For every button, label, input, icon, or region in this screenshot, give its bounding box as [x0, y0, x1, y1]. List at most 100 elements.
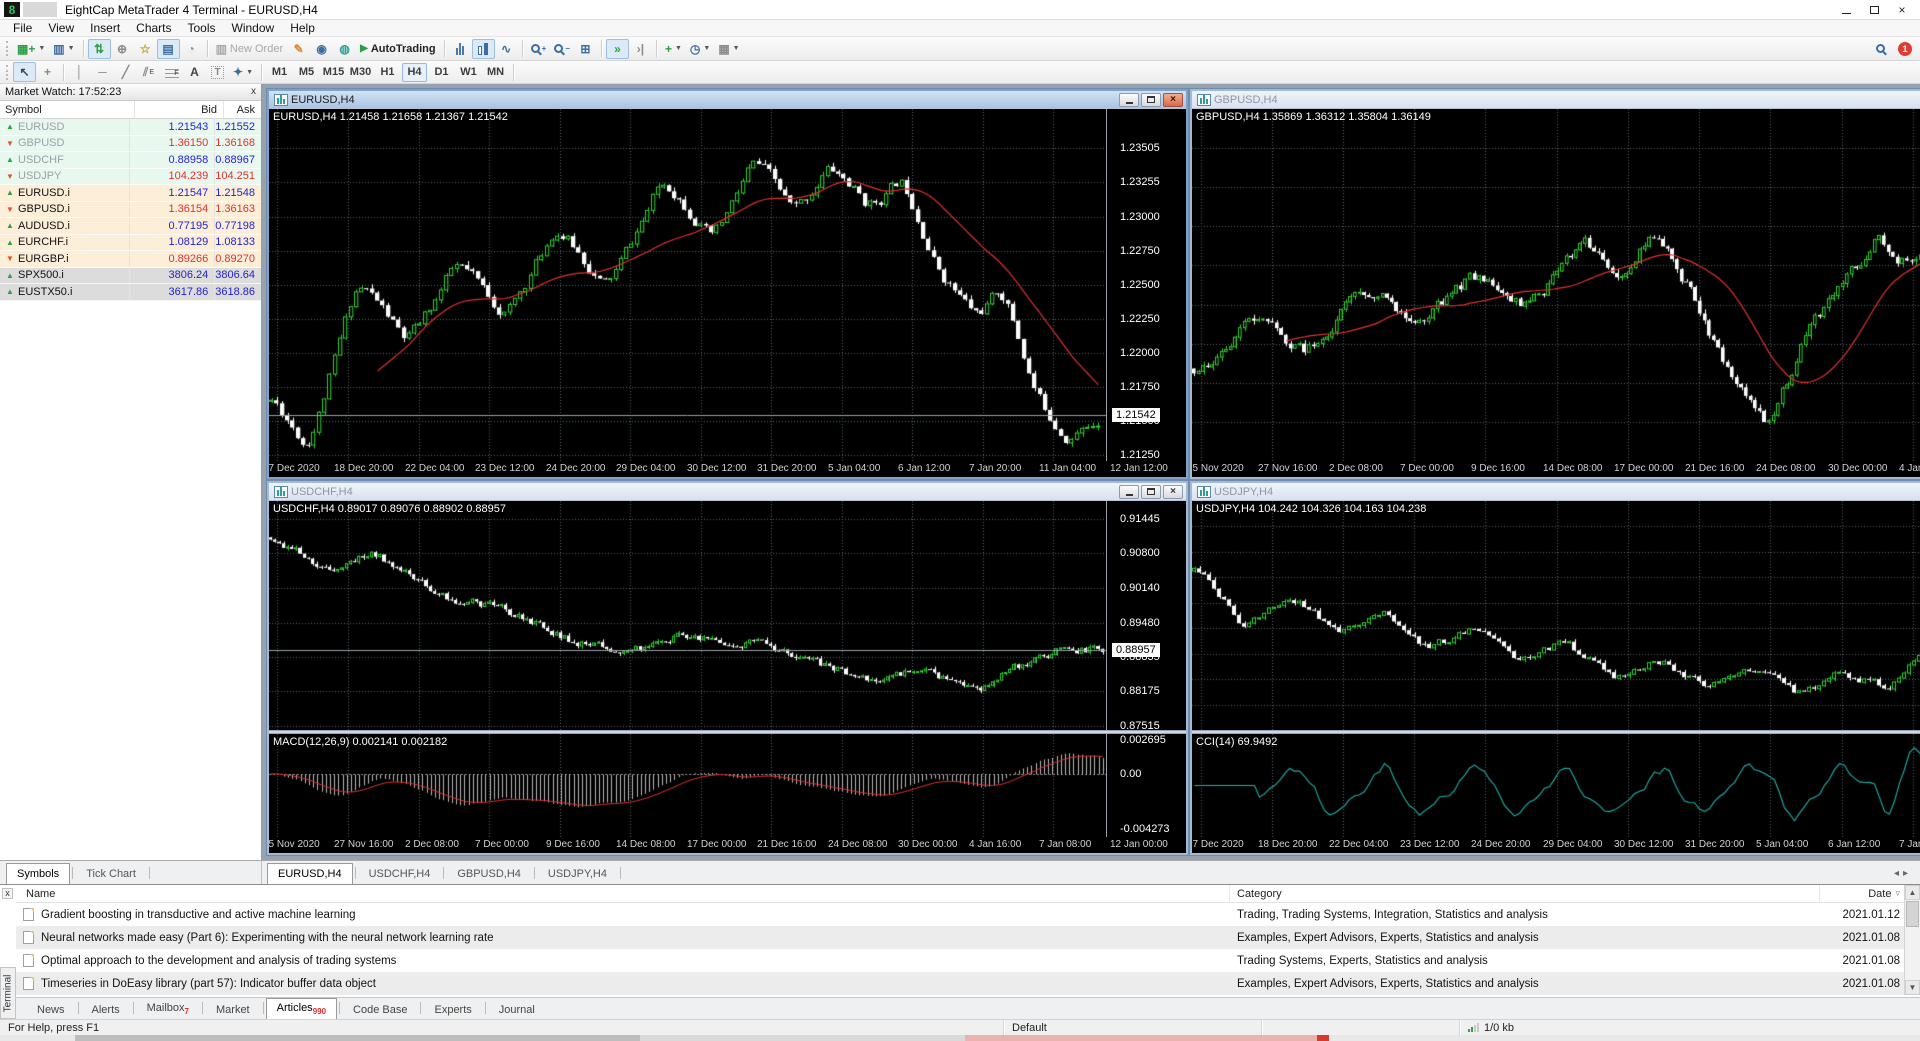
arrows-button[interactable]: ✦▼	[229, 62, 257, 82]
vertical-line-button[interactable]: │	[68, 62, 91, 82]
terminal-tab-code-base[interactable]: Code Base	[342, 1000, 418, 1019]
text-button[interactable]: A	[183, 62, 206, 82]
chart-window-titlebar[interactable]: EURUSD,H4×	[269, 91, 1186, 109]
article-row[interactable]: Optimal approach to the development and …	[16, 949, 1904, 972]
terminal-tab-alerts[interactable]: Alerts	[81, 1000, 131, 1019]
market-watch-row[interactable]: ▲EUSTX50.i3617.863618.86	[0, 284, 261, 301]
market-watch-header[interactable]: Market Watch: 17:52:23 x	[0, 84, 261, 101]
minimize-button[interactable]	[1832, 1, 1860, 19]
market-watch-row[interactable]: ▼EURGBP.i0.892660.89270	[0, 251, 261, 268]
channel-button[interactable]: ⫽E	[137, 62, 160, 82]
new-chart-button[interactable]: ▦+▼	[13, 39, 49, 59]
candlestick-chart-button[interactable]	[472, 39, 495, 59]
market-watch-row[interactable]: ▼GBPUSD.i1.361541.36163	[0, 202, 261, 219]
market-watch-toggle[interactable]: ⇅	[88, 39, 111, 59]
chart-tab-eurusd-h4[interactable]: EURUSD,H4	[267, 863, 353, 884]
chart-window-eurusd[interactable]: EURUSD,H4×EURUSD,H4 1.21458 1.21658 1.21…	[267, 89, 1188, 479]
indicator-canvas[interactable]	[269, 734, 1106, 837]
article-row[interactable]: Timeseries in DoEasy library (part 57): …	[16, 972, 1904, 995]
price-chart-canvas[interactable]	[1192, 109, 1920, 461]
time-axis[interactable]: 25 Nov 202027 Nov 16:002 Dec 08:007 Dec …	[1192, 461, 1920, 477]
terminal-scrollbar[interactable]: ▲ ▼	[1904, 885, 1920, 995]
line-chart-button[interactable]: ∿	[495, 39, 518, 59]
pane-splitter[interactable]	[1192, 730, 1920, 734]
search-button[interactable]	[1869, 39, 1892, 59]
chart-window-gbpusd[interactable]: GBPUSD,H4×GBPUSD,H4 1.35869 1.36312 1.35…	[1190, 89, 1920, 479]
community-button[interactable]: ◍	[333, 39, 356, 59]
market-watch-row[interactable]: ▲AUDUSD.i0.771950.77198	[0, 218, 261, 235]
market-watch-tab-symbols[interactable]: Symbols	[6, 863, 70, 884]
menu-item-file[interactable]: File	[5, 20, 40, 36]
terminal-tab-experts[interactable]: Experts	[423, 1000, 482, 1019]
indicator-canvas[interactable]	[1192, 734, 1920, 837]
time-axis[interactable]: 25 Nov 202027 Nov 16:002 Dec 08:007 Dec …	[269, 837, 1186, 853]
timeframe-w1[interactable]: W1	[456, 63, 481, 82]
timeframe-mn[interactable]: MN	[483, 63, 508, 82]
data-window-button[interactable]: ⊕	[111, 39, 134, 59]
scroll-up-icon[interactable]: ▲	[1905, 885, 1920, 900]
market-watch-row[interactable]: ▲EURUSD.i1.215471.21548	[0, 185, 261, 202]
tab-scroll-arrows[interactable]: ◂▸	[1894, 868, 1912, 879]
timeframe-d1[interactable]: D1	[429, 63, 454, 82]
article-row[interactable]: Neural networks made easy (Part 6): Expe…	[16, 926, 1904, 949]
cursor-button[interactable]: ↖	[13, 62, 36, 82]
market-watch-row[interactable]: ▲SPX500.i3806.243806.64	[0, 268, 261, 285]
close-button[interactable]: ×	[1163, 485, 1183, 499]
price-chart-canvas[interactable]	[1192, 501, 1920, 730]
market-watch-tab-tick-chart[interactable]: Tick Chart	[75, 863, 147, 884]
market-watch-row[interactable]: ▲EURUSD1.215431.21552	[0, 119, 261, 136]
chart-window-usdjpy[interactable]: USDJPY,H4×USDJPY,H4 104.242 104.326 104.…	[1190, 481, 1920, 855]
new-order-button[interactable]: ▥New Order	[212, 39, 288, 59]
timeframe-h1[interactable]: H1	[375, 63, 400, 82]
minimize-button[interactable]	[1119, 485, 1139, 499]
zoom-out-button[interactable]: −	[550, 39, 574, 59]
chart-shift-button[interactable]: ›|	[629, 39, 652, 59]
close-button[interactable]: ×	[1163, 93, 1183, 107]
status-connection[interactable]: 1/0 kb	[1460, 1020, 1920, 1035]
terminal-toggle[interactable]: ▤	[157, 39, 180, 59]
column-header-name[interactable]: Name	[16, 885, 1230, 902]
price-axis[interactable]: 1.235051.232551.230001.227501.225001.222…	[1106, 109, 1186, 461]
timeframe-m1[interactable]: M1	[267, 63, 292, 82]
timeframe-m15[interactable]: M15	[321, 63, 346, 82]
indicators-button[interactable]: +▼	[661, 39, 686, 59]
close-icon[interactable]: x	[2, 888, 13, 899]
timeframe-m30[interactable]: M30	[348, 63, 373, 82]
fibonacci-button[interactable]: F	[160, 62, 183, 82]
status-profile[interactable]: Default	[1004, 1020, 1262, 1035]
metaeditor-button[interactable]: ✎	[287, 39, 310, 59]
column-header-ask[interactable]: Ask	[224, 101, 261, 118]
chart-tab-usdchf-h4[interactable]: USDCHF,H4	[358, 863, 442, 884]
column-header-category[interactable]: Category	[1230, 885, 1820, 902]
menu-item-help[interactable]: Help	[282, 20, 323, 36]
expert-advisors-button[interactable]: ◉	[310, 39, 333, 59]
price-chart-canvas[interactable]	[269, 501, 1106, 730]
crosshair-button[interactable]: +	[36, 62, 59, 82]
menu-item-window[interactable]: Window	[224, 20, 283, 36]
profiles-button[interactable]: ▥▼	[49, 39, 78, 59]
chart-window-titlebar[interactable]: USDJPY,H4×	[1192, 483, 1920, 501]
notification-badge[interactable]: 1	[1898, 42, 1912, 56]
market-watch-row[interactable]: ▼GBPUSD1.361501.36168	[0, 136, 261, 153]
templates-button[interactable]: ▦▼	[714, 39, 743, 59]
terminal-tab-articles[interactable]: Articles990	[266, 998, 337, 1019]
zoom-in-button[interactable]: +	[527, 39, 551, 59]
column-header-date[interactable]: Date▿	[1820, 885, 1904, 902]
trendline-button[interactable]: ╱	[114, 62, 137, 82]
chart-tab-gbpusd-h4[interactable]: GBPUSD,H4	[446, 863, 532, 884]
terminal-tab-news[interactable]: News	[26, 1000, 76, 1019]
market-watch-row[interactable]: ▲EURCHF.i1.081291.08133	[0, 235, 261, 252]
minimize-button[interactable]	[1119, 93, 1139, 107]
restore-button[interactable]	[1141, 485, 1161, 499]
app-titlebar[interactable]: 8 EightCap MetaTrader 4 Terminal - EURUS…	[0, 0, 1920, 20]
maximize-button[interactable]	[1860, 1, 1888, 19]
chart-window-usdchf[interactable]: USDCHF,H4×USDCHF,H4 0.89017 0.89076 0.88…	[267, 481, 1188, 855]
toolbar-grip[interactable]	[6, 65, 9, 80]
navigator-button[interactable]: ☆	[134, 39, 157, 59]
close-icon[interactable]: x	[251, 87, 256, 97]
market-watch-row[interactable]: ▼USDJPY104.239104.251	[0, 169, 261, 186]
terminal-tab-market[interactable]: Market	[205, 1000, 261, 1019]
column-header-bid[interactable]: Bid	[135, 101, 224, 118]
time-axis[interactable]: 17 Dec 202018 Dec 20:0022 Dec 04:0023 De…	[1192, 837, 1920, 853]
scroll-down-icon[interactable]: ▼	[1905, 980, 1920, 995]
